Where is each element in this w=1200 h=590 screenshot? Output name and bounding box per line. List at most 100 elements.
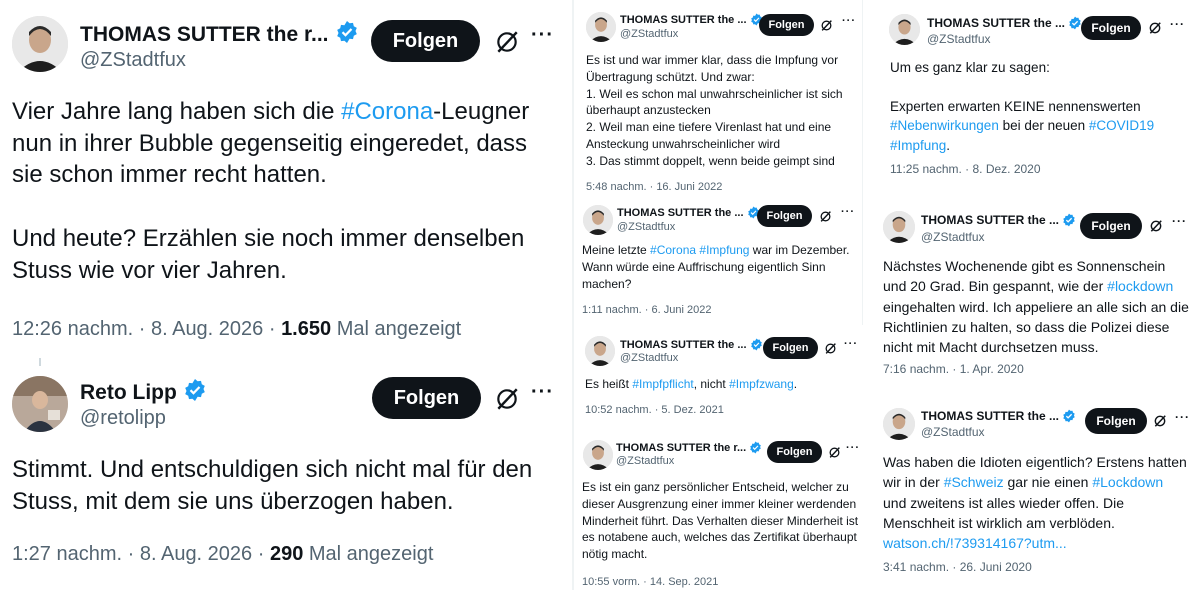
more-icon[interactable]: ··· <box>1175 410 1190 424</box>
author-handle[interactable]: @ZStadtfux <box>617 221 675 233</box>
more-icon[interactable]: ··· <box>531 381 554 404</box>
more-icon[interactable]: ··· <box>1172 214 1187 228</box>
tweet-card[interactable]: THOMAS SUTTER the r... @ZStadtfux Folgen… <box>0 0 560 355</box>
grok-icon[interactable] <box>1153 414 1167 433</box>
tweet-timestamp[interactable]: 10:52 nachm. · 5. Dez. 2021 <box>585 404 724 416</box>
tweet-timestamp[interactable]: 1:11 nachm. · 6. Juni 2022 <box>582 304 711 316</box>
avatar[interactable] <box>12 16 68 72</box>
tweet-card[interactable]: THOMAS SUTTER the ... @ZStadtfux Folgen … <box>884 0 1194 190</box>
author-name[interactable]: THOMAS SUTTER the ... <box>620 13 763 29</box>
grok-icon[interactable] <box>494 386 520 417</box>
follow-button[interactable]: Folgen <box>757 205 812 227</box>
hashtag-link[interactable]: #lockdown <box>1107 278 1173 294</box>
follow-button[interactable]: Folgen <box>371 20 480 62</box>
tweet-text: Um es ganz klar zu sagen: Experten erwar… <box>890 60 1155 153</box>
avatar[interactable] <box>889 14 920 45</box>
more-icon[interactable]: ··· <box>531 24 554 47</box>
author-handle[interactable]: @retolipp <box>80 407 166 430</box>
tweet-timestamp[interactable]: 12:26 nachm. · 8. Aug. 2026 · 1.650 Mal … <box>12 318 461 341</box>
tweet-text: Es ist ein ganz persönlicher Entscheid, … <box>582 480 859 562</box>
tweet-card[interactable]: Reto Lipp @retolipp Folgen ··· Stimmt. U… <box>0 366 560 590</box>
follow-button[interactable]: Folgen <box>759 14 814 36</box>
hashtag-link[interactable]: #Impfpflicht <box>632 377 693 391</box>
hashtag-link[interactable]: #Schweiz <box>944 474 1004 490</box>
follow-button[interactable]: Folgen <box>1080 213 1142 239</box>
more-icon[interactable]: ··· <box>844 338 858 350</box>
hashtag-link[interactable]: #Corona <box>341 98 433 125</box>
verified-badge-icon <box>750 338 763 354</box>
tweet-timestamp[interactable]: 10:55 vorm. · 14. Sep. 2021 <box>582 576 718 588</box>
grok-icon[interactable] <box>828 446 841 464</box>
tweet-timestamp[interactable]: 1:27 nachm. · 8. Aug. 2026 · 290 Mal ang… <box>12 543 433 566</box>
avatar[interactable] <box>12 376 68 432</box>
author-handle[interactable]: @ZStadtfux <box>620 352 678 364</box>
author-name[interactable]: THOMAS SUTTER the ... <box>921 213 1076 230</box>
grok-icon[interactable] <box>820 19 833 37</box>
author-handle[interactable]: @ZStadtfux <box>927 32 991 46</box>
verified-badge-icon <box>335 20 359 50</box>
more-icon[interactable]: ··· <box>846 442 860 454</box>
verified-badge-icon <box>1062 409 1076 426</box>
hashtag-link[interactable]: #Corona <box>650 243 696 257</box>
avatar[interactable] <box>586 12 616 42</box>
author-name[interactable]: THOMAS SUTTER the r... <box>80 20 359 50</box>
follow-button[interactable]: Folgen <box>372 377 481 419</box>
tweet-text: Was haben die Idioten eigentlich? Ersten… <box>883 454 1187 552</box>
tweet-card[interactable]: THOMAS SUTTER the ... @ZStadtfux Folgen … <box>878 202 1194 386</box>
tweet-timestamp[interactable]: 7:16 nachm. · 1. Apr. 2020 <box>883 362 1024 376</box>
hashtag-link[interactable]: #Lockdown <box>1092 474 1163 490</box>
author-handle[interactable]: @ZStadtfux <box>620 28 678 40</box>
tweet-text: Es heißt #Impfpflicht, nicht #Impfzwang. <box>585 377 798 391</box>
author-name[interactable]: THOMAS SUTTER the ... <box>921 409 1076 426</box>
hashtag-link[interactable]: #COVID19 <box>1089 118 1154 133</box>
follow-button[interactable]: Folgen <box>763 337 818 359</box>
tweet-text: Nächstes Wochenende gibt es Sonnenschein… <box>883 258 1189 356</box>
verified-badge-icon <box>749 441 762 457</box>
author-handle[interactable]: @ZStadtfux <box>616 455 674 467</box>
author-handle[interactable]: @ZStadtfux <box>921 425 985 439</box>
verified-badge-icon <box>1068 16 1082 33</box>
hashtag-link[interactable]: #Impfzwang <box>729 377 794 391</box>
author-handle[interactable]: @ZStadtfux <box>921 230 985 244</box>
tweet-card[interactable]: THOMAS SUTTER the r... @ZStadtfux Folgen… <box>576 432 862 590</box>
tweet-timestamp[interactable]: 3:41 nachm. · 26. Juni 2020 <box>883 560 1032 574</box>
hashtag-link[interactable]: #Impfung <box>699 243 749 257</box>
tweet-text: Es ist und war immer klar, dass die Impf… <box>586 53 843 168</box>
hashtag-link[interactable]: #Impfung <box>890 138 946 153</box>
avatar[interactable] <box>583 205 613 235</box>
author-handle[interactable]: @ZStadtfux <box>80 49 186 72</box>
follow-button[interactable]: Folgen <box>1085 408 1147 434</box>
grok-icon[interactable] <box>494 29 520 60</box>
author-name-text[interactable]: THOMAS SUTTER the r... <box>80 23 329 46</box>
avatar[interactable] <box>585 336 615 366</box>
grok-icon[interactable] <box>819 210 832 228</box>
tweet-card[interactable]: THOMAS SUTTER the ... @ZStadtfux Folgen … <box>578 0 860 197</box>
tweet-card[interactable]: THOMAS SUTTER the ... @ZStadtfux Folgen … <box>878 398 1194 588</box>
grok-icon[interactable] <box>1149 219 1163 238</box>
tweet-timestamp[interactable]: 11:25 nachm. · 8. Dez. 2020 <box>890 162 1041 176</box>
hashtag-link[interactable]: #Nebenwirkungen <box>890 118 999 133</box>
author-name-text[interactable]: Reto Lipp <box>80 381 177 404</box>
tweet-card[interactable]: THOMAS SUTTER the ... @ZStadtfux Folgen … <box>576 198 860 324</box>
avatar[interactable] <box>883 211 915 243</box>
avatar[interactable] <box>883 408 915 440</box>
more-icon[interactable]: ··· <box>1170 17 1185 31</box>
tweet-text: Vier Jahre lang haben sich die #Corona-L… <box>12 98 530 284</box>
author-name[interactable]: THOMAS SUTTER the ... <box>617 206 760 222</box>
column-divider <box>862 0 863 325</box>
author-name[interactable]: Reto Lipp <box>80 378 207 408</box>
grok-icon[interactable] <box>1148 21 1162 40</box>
follow-button[interactable]: Folgen <box>1081 16 1141 40</box>
more-icon[interactable]: ··· <box>841 206 855 218</box>
tweet-timestamp[interactable]: 5:48 nachm. · 16. Juni 2022 <box>586 181 722 193</box>
view-count: 290 <box>269 543 304 565</box>
more-icon[interactable]: ··· <box>842 15 856 27</box>
verified-badge-icon <box>1062 213 1076 230</box>
avatar[interactable] <box>583 440 613 470</box>
author-name[interactable]: THOMAS SUTTER the ... <box>927 16 1082 33</box>
column-divider <box>572 0 574 590</box>
external-link[interactable]: watson.ch/!739314167?utm... <box>883 535 1067 551</box>
tweet-card[interactable]: THOMAS SUTTER the ... @ZStadtfux Folgen … <box>578 328 862 422</box>
grok-icon[interactable] <box>824 342 837 360</box>
follow-button[interactable]: Folgen <box>767 441 822 463</box>
